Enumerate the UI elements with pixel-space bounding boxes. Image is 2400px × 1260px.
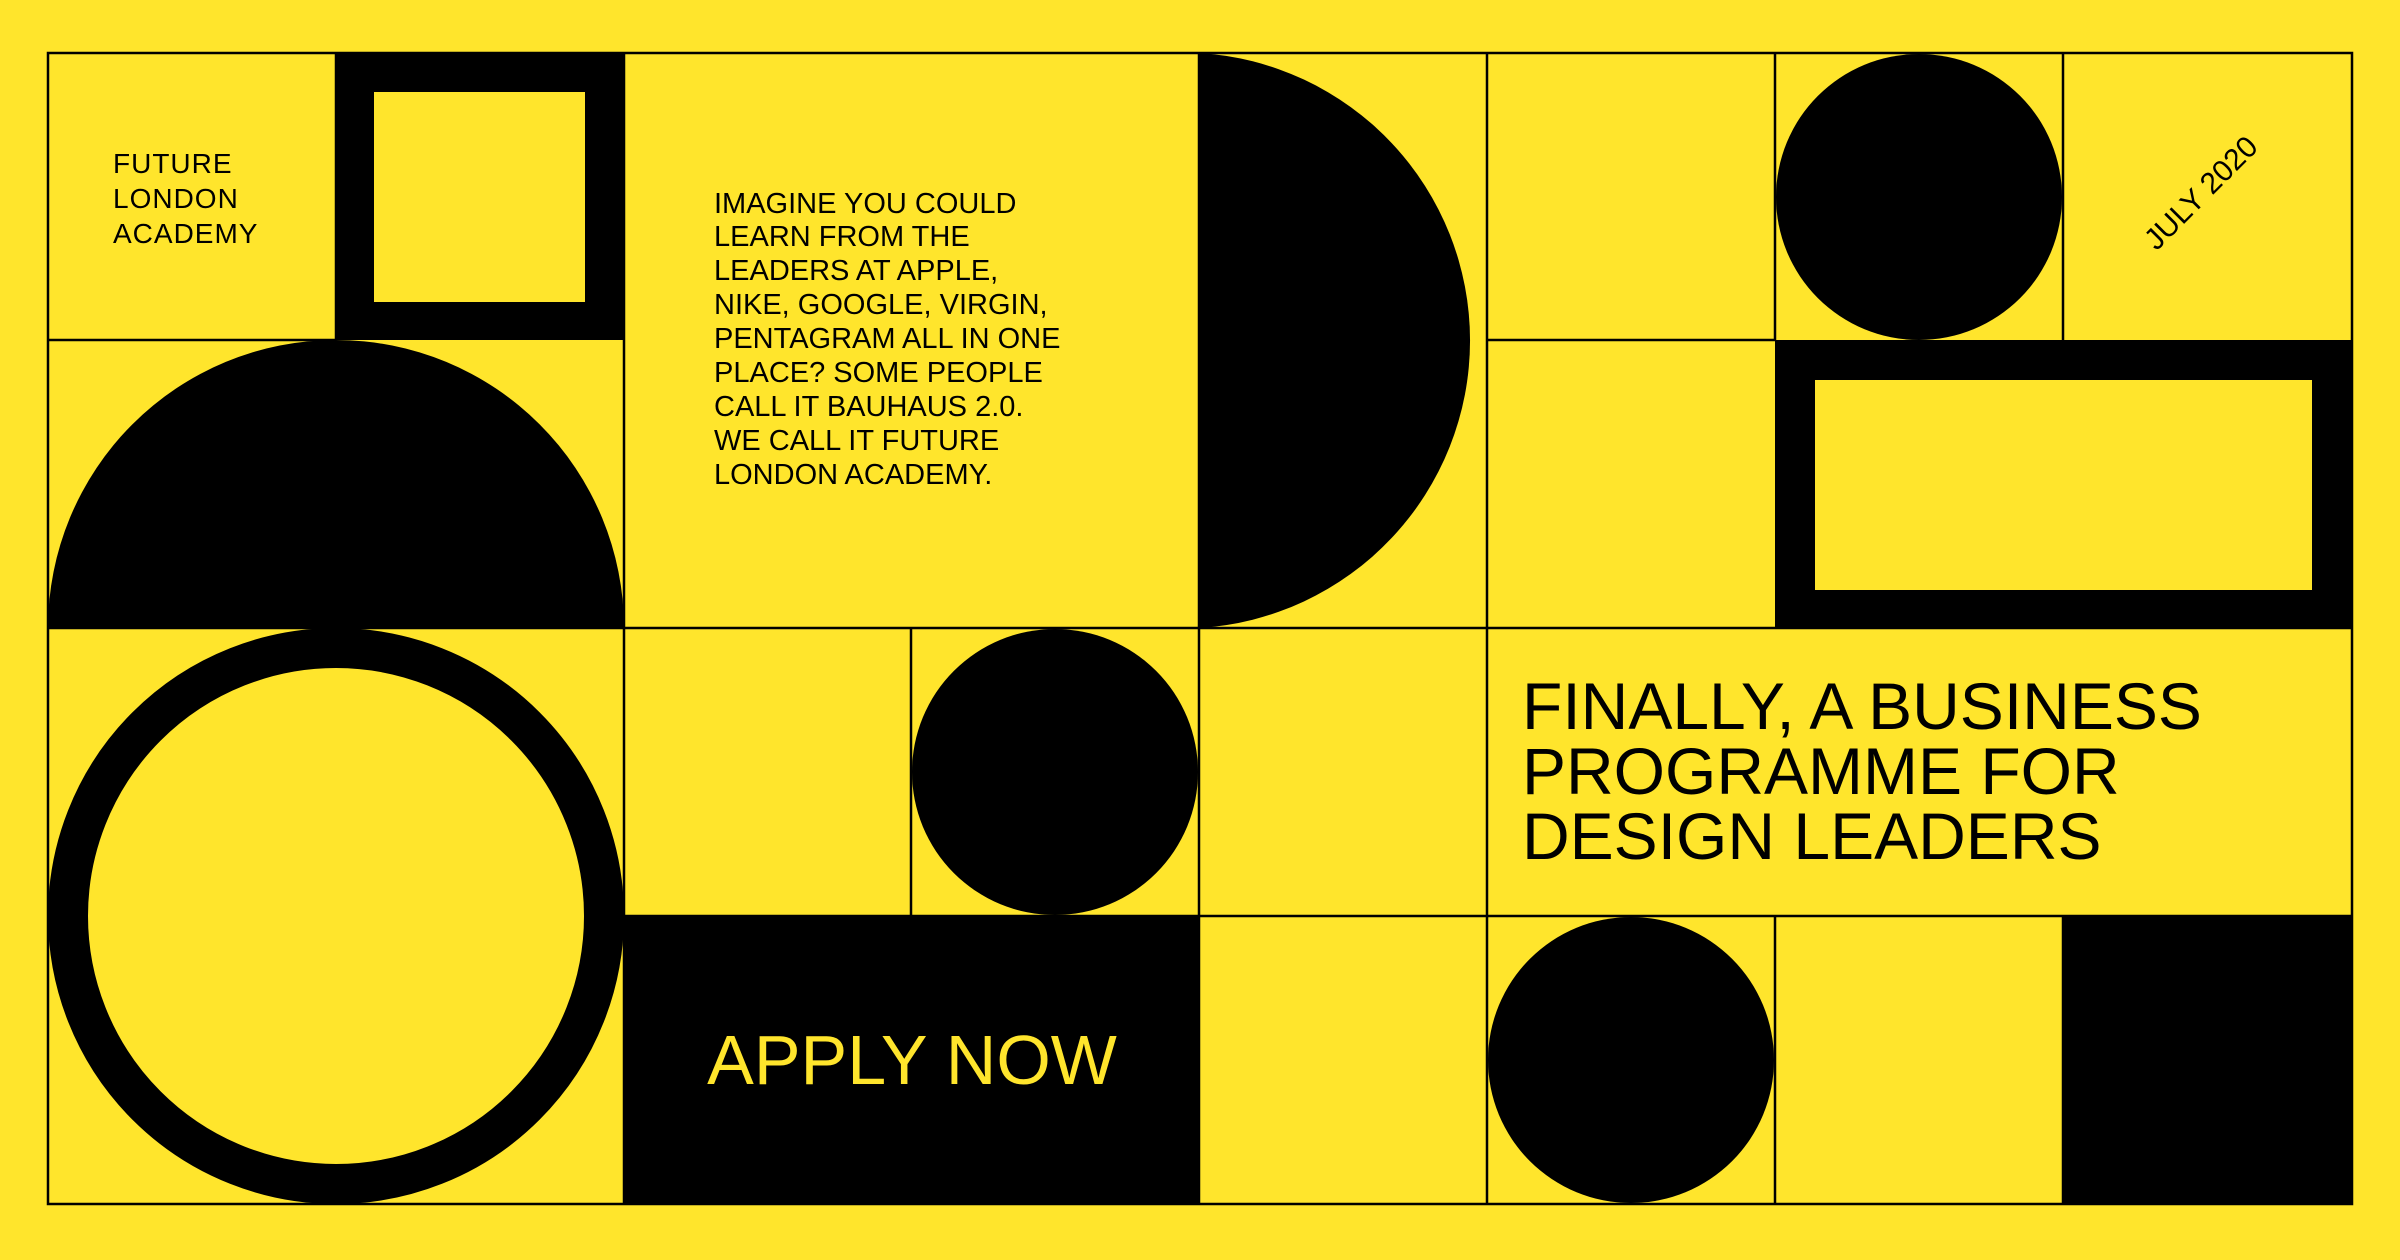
logo-line: FUTURE — [113, 148, 233, 179]
top-right-circle-shape — [1776, 54, 2062, 340]
headline-line: DESIGN LEADERS — [1522, 799, 2102, 873]
intro-line: LONDON ACADEMY. — [714, 459, 992, 491]
middle-circle-shape — [912, 629, 1198, 915]
intro-line: LEADERS AT APPLE, — [714, 255, 998, 287]
intro-line: PENTAGRAM ALL IN ONE — [714, 323, 1060, 355]
headline-line: PROGRAMME FOR — [1522, 734, 2120, 808]
headline-line: FINALLY, A BUSINESS — [1522, 669, 2202, 743]
intro-line: PLACE? SOME PEOPLE — [714, 357, 1043, 389]
logo-line: LONDON — [113, 183, 239, 214]
headline: FINALLY, A BUSINESS PROGRAMME FOR DESIGN… — [1522, 669, 2202, 873]
poster-banner: FUTURE LONDON ACADEMY IMAGINE YOU COULD … — [0, 0, 2400, 1260]
intro-line: CALL IT BAUHAUS 2.0. — [714, 391, 1023, 423]
intro-line: NIKE, GOOGLE, VIRGIN, — [714, 289, 1048, 321]
intro-line: WE CALL IT FUTURE — [714, 425, 999, 457]
logo-line: ACADEMY — [113, 218, 258, 249]
bottom-right-square-shape — [2063, 916, 2352, 1204]
apply-now-button[interactable]: APPLY NOW — [707, 1021, 1117, 1099]
intro-line: LEARN FROM THE — [714, 221, 970, 253]
intro-line: IMAGINE YOU COULD — [714, 188, 1016, 220]
bottom-circle-shape — [1488, 917, 1774, 1203]
poster-canvas: FUTURE LONDON ACADEMY IMAGINE YOU COULD … — [0, 0, 2400, 1260]
